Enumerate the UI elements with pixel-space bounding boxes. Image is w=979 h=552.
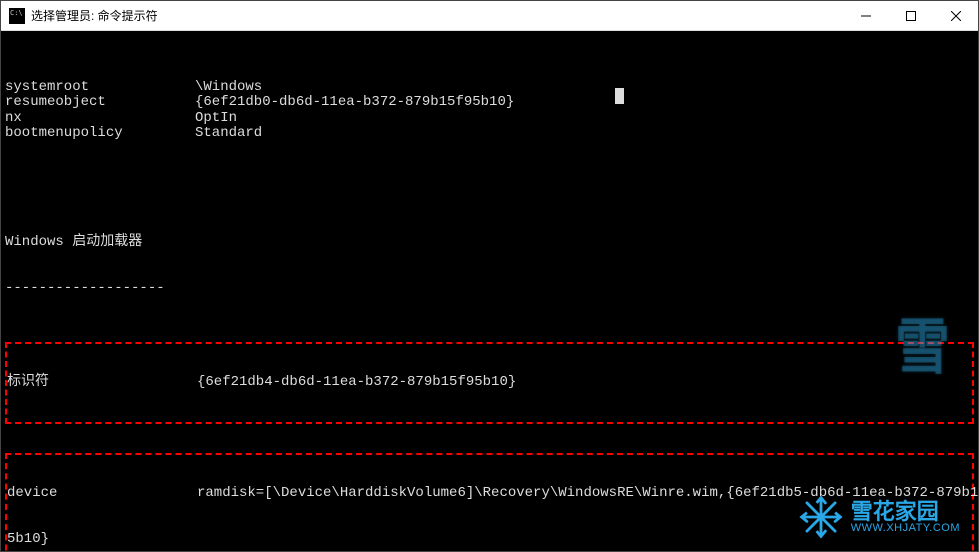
output-key: systemroot [5,80,195,96]
text-cursor [615,88,624,104]
output-key: device [7,486,197,502]
output-key: resumeobject [5,95,195,111]
output-key: 标识符 [7,375,197,391]
output-value: \Windows [195,80,974,96]
output-value: {6ef21db0-db6d-11ea-b372-879b15f95b10} [195,95,974,111]
output-value: {6ef21db4-db6d-11ea-b372-879b15f95b10} [197,375,972,391]
highlight-identifier: 标识符{6ef21db4-db6d-11ea-b372-879b15f95b10… [5,342,974,424]
output-value-wrap: 5b10} [7,532,972,548]
section-heading: Windows 启动加载器 [5,235,974,251]
window-title: 选择管理员: 命令提示符 [31,7,843,24]
output-value: ramdisk=[\Device\HarddiskVolume6]\Recove… [197,486,978,502]
output-line: systemroot\Windows [5,80,974,96]
output-value: Standard [195,126,974,142]
output-value: OptIn [195,111,974,127]
output-line: bootmenupolicyStandard [5,126,974,142]
highlight-device: deviceramdisk=[\Device\HarddiskVolume6]\… [5,453,974,552]
cmd-icon [9,8,25,24]
output-key: nx [5,111,195,127]
output-line: nxOptIn [5,111,974,127]
titlebar[interactable]: 选择管理员: 命令提示符 [1,1,978,31]
output-key: bootmenupolicy [5,126,195,142]
section-divider: ------------------- [5,281,974,297]
terminal-output[interactable]: systemroot\Windowsresumeobject{6ef21db0-… [1,31,978,551]
minimize-button[interactable] [843,1,888,31]
window-controls [843,1,978,30]
app-window: 选择管理员: 命令提示符 systemroot\Windowsresumeobj… [0,0,979,552]
maximize-button[interactable] [888,1,933,31]
close-button[interactable] [933,1,978,31]
output-line: resumeobject{6ef21db0-db6d-11ea-b372-879… [5,95,974,111]
